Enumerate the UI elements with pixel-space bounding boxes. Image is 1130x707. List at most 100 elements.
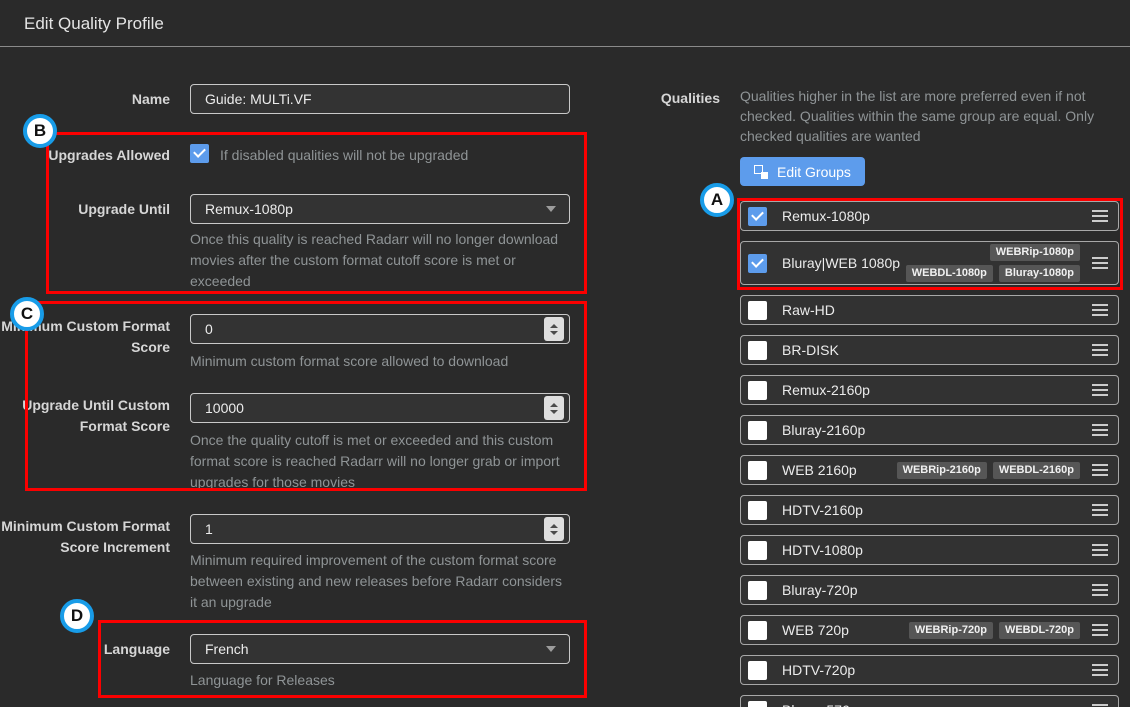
name-input[interactable]: [190, 84, 570, 114]
upgrades-allowed-help: If disabled qualities will not be upgrad…: [220, 145, 580, 166]
quality-item[interactable]: Bluray-720p: [740, 575, 1119, 605]
upgrade-until-label: Upgrade Until: [0, 194, 170, 224]
min-format-score-label: Minimum Custom Format Score: [0, 316, 170, 358]
min-increment-label: Minimum Custom Format Score Increment: [0, 516, 170, 558]
quality-label: Bluray-576p: [782, 702, 858, 707]
quality-checkbox[interactable]: [748, 541, 767, 560]
quality-checkbox[interactable]: [748, 661, 767, 680]
annotation-marker-a: A: [700, 183, 734, 217]
drag-handle-icon[interactable]: [1092, 629, 1108, 631]
modal-header: Edit Quality Profile: [0, 0, 1130, 47]
min-format-score-input[interactable]: [190, 314, 570, 344]
quality-checkbox[interactable]: [748, 301, 767, 320]
drag-handle-icon[interactable]: [1092, 349, 1108, 351]
quality-label: WEB 720p: [782, 622, 849, 638]
quality-label: HDTV-720p: [782, 662, 855, 678]
quality-item[interactable]: HDTV-2160p: [740, 495, 1119, 525]
quality-label: Remux-1080p: [782, 208, 870, 224]
quality-badge: WEBDL-720p: [999, 622, 1080, 639]
number-spinner-icon[interactable]: [544, 317, 564, 341]
min-increment-value[interactable]: [191, 515, 569, 543]
quality-label: Bluray-720p: [782, 582, 858, 598]
number-spinner-icon[interactable]: [544, 517, 564, 541]
drag-handle-icon[interactable]: [1092, 389, 1108, 391]
quality-checkbox[interactable]: [748, 581, 767, 600]
min-format-score-value[interactable]: [191, 315, 569, 343]
chevron-down-icon: [546, 646, 556, 652]
quality-item[interactable]: Raw-HD: [740, 295, 1119, 325]
name-label: Name: [0, 84, 170, 114]
upgrade-until-score-value[interactable]: [191, 394, 569, 422]
quality-badges: WEBRip-1080p WEBDL-1080p Bluray-1080p: [900, 241, 1080, 285]
quality-label: BR-DISK: [782, 342, 839, 358]
min-increment-help: Minimum required improvement of the cust…: [190, 550, 570, 613]
edit-groups-button[interactable]: Edit Groups: [740, 157, 865, 186]
upgrades-allowed-label: Upgrades Allowed: [0, 145, 170, 166]
number-spinner-icon[interactable]: [544, 396, 564, 420]
quality-item[interactable]: Remux-1080p: [740, 201, 1119, 231]
drag-handle-icon[interactable]: [1092, 469, 1108, 471]
upgrade-until-score-input[interactable]: [190, 393, 570, 423]
quality-checkbox[interactable]: [748, 254, 767, 273]
upgrade-until-help: Once this quality is reached Radarr will…: [190, 229, 570, 292]
upgrade-until-value: Remux-1080p: [205, 201, 293, 217]
quality-checkbox[interactable]: [748, 461, 767, 480]
quality-label: Bluray|WEB 1080p: [782, 255, 900, 271]
quality-item[interactable]: Bluray-2160p: [740, 415, 1119, 445]
quality-badge: WEBDL-2160p: [993, 462, 1080, 479]
min-increment-input[interactable]: [190, 514, 570, 544]
drag-handle-icon[interactable]: [1092, 215, 1108, 217]
drag-handle-icon[interactable]: [1092, 309, 1108, 311]
drag-handle-icon[interactable]: [1092, 262, 1108, 264]
drag-handle-icon[interactable]: [1092, 549, 1108, 551]
upgrade-until-select[interactable]: Remux-1080p: [190, 194, 570, 224]
language-value: French: [205, 641, 249, 657]
quality-item[interactable]: Bluray|WEB 1080p WEBRip-1080p WEBDL-1080p B…: [740, 241, 1119, 285]
annotation-marker-b: B: [23, 114, 57, 148]
upgrade-until-score-label: Upgrade Until Custom Format Score: [0, 395, 170, 437]
quality-label: Bluray-2160p: [782, 422, 865, 438]
language-select[interactable]: French: [190, 634, 570, 664]
quality-badge: Bluray-1080p: [999, 265, 1080, 282]
qualities-label: Qualities: [600, 90, 720, 106]
modal-title: Edit Quality Profile: [24, 0, 164, 47]
quality-checkbox[interactable]: [748, 421, 767, 440]
quality-item[interactable]: HDTV-720p: [740, 655, 1119, 685]
quality-item[interactable]: BR-DISK: [740, 335, 1119, 365]
quality-item[interactable]: HDTV-1080p: [740, 535, 1119, 565]
quality-checkbox[interactable]: [748, 621, 767, 640]
quality-item[interactable]: Bluray-576p: [740, 695, 1119, 707]
quality-checkbox[interactable]: [748, 341, 767, 360]
quality-checkbox[interactable]: [748, 207, 767, 226]
quality-badges: WEBRip-720p WEBDL-720p: [909, 619, 1080, 642]
quality-badge: WEBRip-1080p: [990, 244, 1080, 261]
drag-handle-icon[interactable]: [1092, 589, 1108, 591]
quality-item[interactable]: WEB 2160p WEBRip-2160p WEBDL-2160p: [740, 455, 1119, 485]
edit-groups-icon: [754, 165, 768, 179]
language-label: Language: [0, 634, 170, 664]
edit-quality-profile-modal: Edit Quality Profile Name Upgrades Allow…: [0, 0, 1130, 707]
quality-badge: WEBRip-720p: [909, 622, 993, 639]
quality-label: Raw-HD: [782, 302, 835, 318]
quality-label: HDTV-2160p: [782, 502, 863, 518]
quality-label: Remux-2160p: [782, 382, 870, 398]
upgrade-until-score-help: Once the quality cutoff is met or exceed…: [190, 430, 570, 493]
quality-label: HDTV-1080p: [782, 542, 863, 558]
drag-handle-icon[interactable]: [1092, 509, 1108, 511]
chevron-down-icon: [546, 206, 556, 212]
quality-checkbox[interactable]: [748, 501, 767, 520]
qualities-help: Qualities higher in the list are more pr…: [740, 86, 1110, 146]
quality-checkbox[interactable]: [748, 701, 767, 707]
edit-groups-label: Edit Groups: [777, 164, 851, 180]
quality-item[interactable]: Remux-2160p: [740, 375, 1119, 405]
quality-label: WEB 2160p: [782, 462, 857, 478]
upgrades-allowed-checkbox[interactable]: [190, 144, 209, 163]
min-format-score-help: Minimum custom format score allowed to d…: [190, 351, 570, 372]
quality-badge: WEBRip-2160p: [897, 462, 987, 479]
drag-handle-icon[interactable]: [1092, 669, 1108, 671]
quality-checkbox[interactable]: [748, 381, 767, 400]
drag-handle-icon[interactable]: [1092, 429, 1108, 431]
quality-list: Remux-1080pBluray|WEB 1080pWEBRip-1080pW…: [740, 201, 1119, 707]
quality-badge: WEBDL-1080p: [906, 265, 993, 282]
quality-item[interactable]: WEB 720p WEBRip-720p WEBDL-720p: [740, 615, 1119, 645]
